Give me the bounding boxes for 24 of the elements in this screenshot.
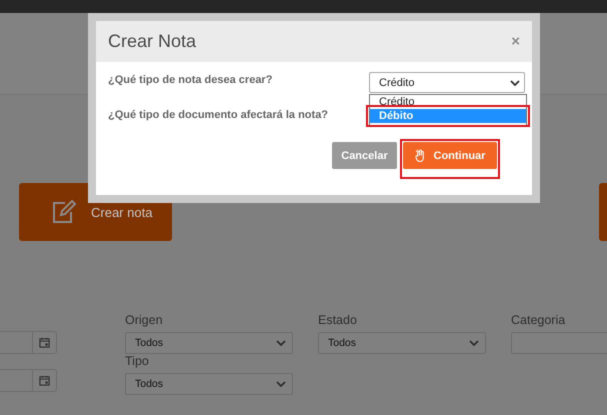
dropdown-option[interactable]: Crédito [370,95,526,109]
filter-label: Estado [318,313,358,329]
filter-select[interactable]: Todos [125,373,293,395]
filter-label: Origen [125,313,164,329]
hand-icon [414,149,426,162]
chevron-icon [276,340,286,346]
filter-label: Tipo [125,354,150,370]
close-button[interactable]: × [511,33,520,50]
filter-label: Categoria [511,313,566,329]
filter-select[interactable]: Todos [125,332,293,354]
dialog-title: Crear Nota [108,31,196,52]
chevron-icon [469,340,479,346]
dropdown-option[interactable]: Débito [370,109,526,123]
chevron-icon [510,80,520,86]
continue-button[interactable]: Continuar [403,142,497,169]
filter-select[interactable]: Todos [318,332,486,354]
edit-icon [51,199,77,225]
date-field[interactable] [0,331,57,354]
chevron-icon [276,381,286,387]
question-label: ¿Qué tipo de documento afectará la nota? [108,109,328,121]
question-label: ¿Qué tipo de nota desea crear? [108,74,272,86]
cancel-button[interactable]: Cancelar [332,142,397,169]
note-type-select[interactable]: Crédito [369,72,525,93]
date-field[interactable] [0,369,57,392]
